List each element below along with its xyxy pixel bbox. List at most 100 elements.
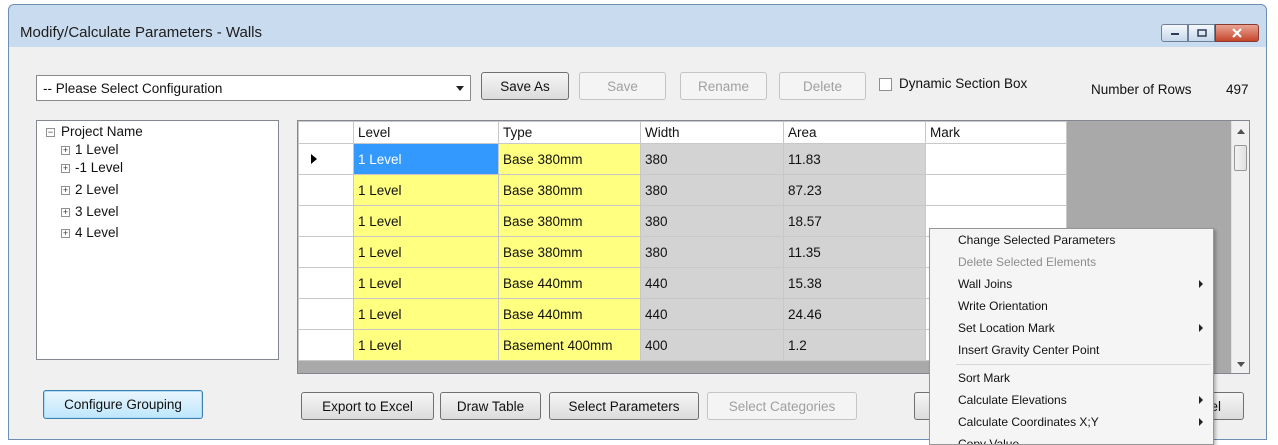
minimize-button[interactable] [1161, 24, 1188, 42]
expand-icon[interactable]: + [61, 186, 70, 195]
menu-item-insert-gravity-center-point[interactable]: Insert Gravity Center Point [930, 339, 1213, 361]
cell-type[interactable]: Base 380mm [498, 174, 641, 206]
scroll-down-arrow-icon[interactable] [1237, 362, 1245, 367]
grid-vertical-scrollbar[interactable] [1231, 121, 1249, 373]
menu-item-label: Change Selected Parameters [958, 233, 1116, 247]
collapse-icon[interactable]: − [46, 128, 55, 137]
save-button[interactable]: Save [579, 72, 666, 100]
tree-item-3-level[interactable]: 3 Level [75, 204, 119, 219]
menu-item-change-selected-parameters[interactable]: Change Selected Parameters [930, 229, 1213, 251]
maximize-button[interactable] [1188, 24, 1215, 42]
menu-item-wall-joins[interactable]: Wall Joins [930, 273, 1213, 295]
tree-item-1-level[interactable]: 1 Level [75, 142, 119, 157]
menu-item-calculate-elevations[interactable]: Calculate Elevations [930, 389, 1213, 411]
column-header-area[interactable]: Area [783, 121, 926, 144]
row-header[interactable] [298, 298, 354, 330]
menu-item-label: Calculate Elevations [958, 393, 1067, 407]
scrollbar-thumb[interactable] [1234, 145, 1247, 171]
expand-icon[interactable]: + [61, 146, 70, 155]
expand-icon[interactable]: + [61, 229, 70, 238]
cell-width[interactable]: 380 [640, 174, 784, 206]
context-menu: Change Selected Parameters Delete Select… [929, 228, 1214, 445]
cell-type[interactable]: Base 380mm [498, 143, 641, 175]
cell-width[interactable]: 400 [640, 329, 784, 361]
cell-mark[interactable] [925, 174, 1067, 206]
cell-type[interactable]: Base 440mm [498, 298, 641, 330]
menu-item-write-orientation[interactable]: Write Orientation [930, 295, 1213, 317]
menu-separator [956, 364, 1211, 365]
cell-level[interactable]: 1 Level [353, 236, 499, 268]
cell-width[interactable]: 380 [640, 205, 784, 237]
cell-width[interactable]: 440 [640, 267, 784, 299]
submenu-arrow-icon [1199, 396, 1203, 404]
close-button[interactable] [1215, 24, 1259, 42]
cell-level[interactable]: 1 Level [353, 267, 499, 299]
tree-item-minus-1-level[interactable]: -1 Level [75, 160, 123, 175]
menu-item-delete-selected-elements[interactable]: Delete Selected Elements [930, 251, 1213, 273]
cell-type[interactable]: Base 380mm [498, 205, 641, 237]
menu-item-set-location-mark[interactable]: Set Location Mark [930, 317, 1213, 339]
cell-level[interactable]: 1 Level [353, 205, 499, 237]
row-header[interactable] [298, 174, 354, 206]
cell-level[interactable]: 1 Level [353, 143, 499, 175]
scroll-up-arrow-icon[interactable] [1237, 129, 1245, 134]
cell-area[interactable]: 18.57 [783, 205, 926, 237]
submenu-arrow-icon [1199, 280, 1203, 288]
row-header[interactable] [298, 267, 354, 299]
menu-item-label: Calculate Coordinates X;Y [958, 415, 1099, 429]
expand-icon[interactable]: + [61, 208, 70, 217]
cell-area[interactable]: 87.23 [783, 174, 926, 206]
title-bar[interactable]: Modify/Calculate Parameters - Walls [9, 5, 1266, 47]
column-header-type[interactable]: Type [498, 121, 641, 144]
column-header-width[interactable]: Width [640, 121, 784, 144]
delete-button[interactable]: Delete [779, 72, 866, 100]
configuration-value: -- Please Select Configuration [43, 81, 223, 96]
cell-area[interactable]: 1.2 [783, 329, 926, 361]
cell-type[interactable]: Basement 400mm [498, 329, 641, 361]
minimize-icon [1170, 33, 1179, 35]
configuration-dropdown[interactable]: -- Please Select Configuration [36, 75, 471, 101]
cell-mark[interactable] [925, 143, 1067, 175]
cell-level[interactable]: 1 Level [353, 298, 499, 330]
cell-area[interactable]: 24.46 [783, 298, 926, 330]
column-header-mark[interactable]: Mark [925, 121, 1067, 144]
row-header[interactable] [298, 143, 354, 175]
configure-grouping-button[interactable]: Configure Grouping [43, 390, 203, 419]
rename-button[interactable]: Rename [680, 72, 767, 100]
cell-level[interactable]: 1 Level [353, 174, 499, 206]
cell-type[interactable]: Base 440mm [498, 267, 641, 299]
menu-item-copy-value[interactable]: Copy Value [930, 433, 1213, 444]
column-header-level[interactable]: Level [353, 121, 499, 144]
row-header[interactable] [298, 236, 354, 268]
draw-table-button[interactable]: Draw Table [440, 392, 541, 420]
cell-width[interactable]: 440 [640, 298, 784, 330]
menu-item-label: Delete Selected Elements [958, 255, 1097, 269]
cell-type[interactable]: Base 380mm [498, 236, 641, 268]
window-title: Modify/Calculate Parameters - Walls [20, 24, 263, 41]
window-controls [1161, 24, 1259, 42]
cell-level[interactable]: 1 Level [353, 329, 499, 361]
tree-root-project-name[interactable]: Project Name [61, 124, 143, 139]
cell-area[interactable]: 11.83 [783, 143, 926, 175]
cell-width[interactable]: 380 [640, 143, 784, 175]
expand-icon[interactable]: + [61, 164, 70, 173]
cell-width[interactable]: 380 [640, 236, 784, 268]
hidden-button[interactable] [914, 392, 929, 420]
menu-item-calculate-coordinates[interactable]: Calculate Coordinates X;Y [930, 411, 1213, 433]
chevron-down-icon [456, 86, 464, 91]
cell-area[interactable]: 11.35 [783, 236, 926, 268]
select-categories-button[interactable]: Select Categories [707, 392, 857, 420]
save-as-button[interactable]: Save As [481, 72, 569, 100]
project-tree[interactable]: − Project Name + 1 Level + -1 Level + 2 … [36, 120, 279, 360]
maximize-icon [1196, 29, 1207, 37]
tree-item-4-level[interactable]: 4 Level [75, 225, 119, 240]
menu-item-sort-mark[interactable]: Sort Mark [930, 367, 1213, 389]
select-parameters-button[interactable]: Select Parameters [549, 392, 699, 420]
tree-item-2-level[interactable]: 2 Level [75, 182, 119, 197]
submenu-arrow-icon [1199, 324, 1203, 332]
dynamic-section-box-checkbox[interactable] [879, 78, 892, 91]
row-header[interactable] [298, 205, 354, 237]
row-header[interactable] [298, 329, 354, 361]
cell-area[interactable]: 15.38 [783, 267, 926, 299]
export-to-excel-button[interactable]: Export to Excel [301, 392, 434, 420]
